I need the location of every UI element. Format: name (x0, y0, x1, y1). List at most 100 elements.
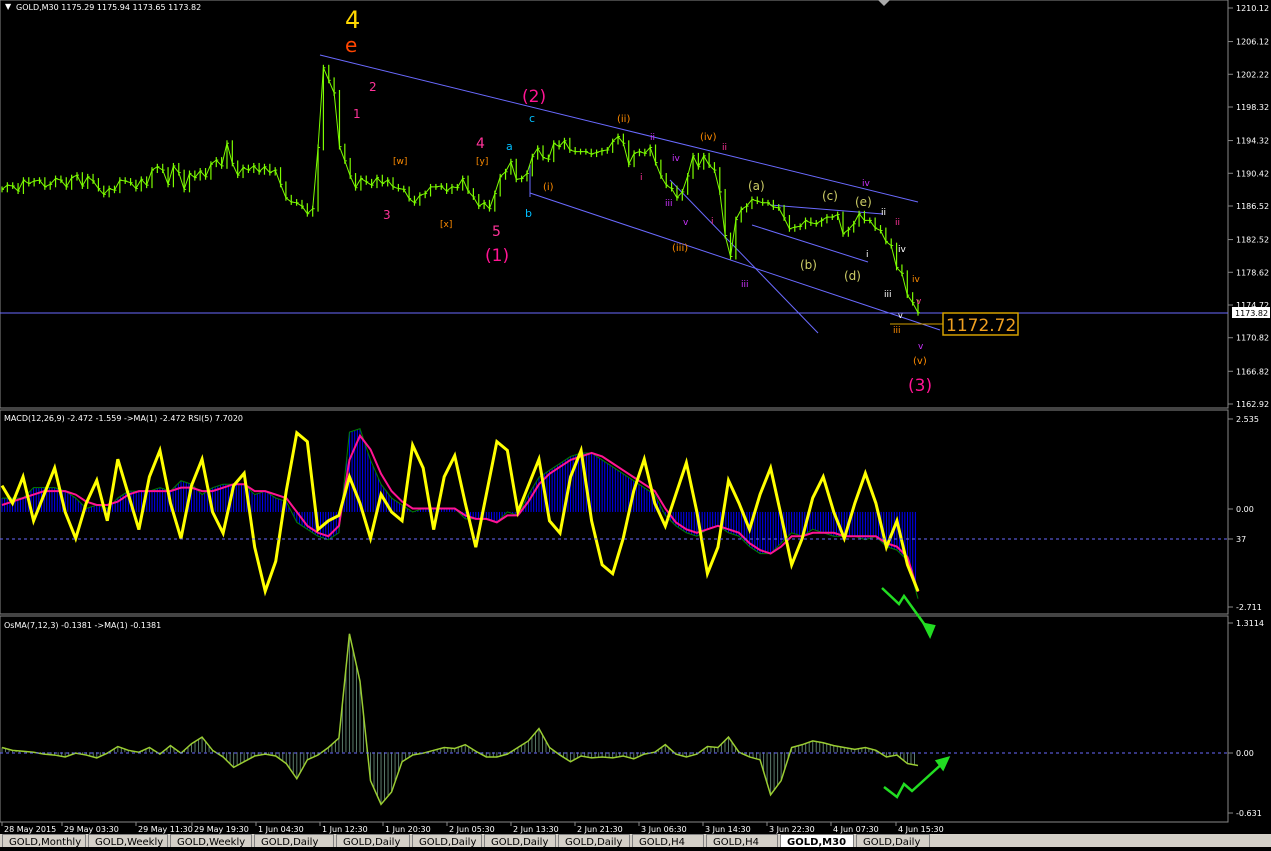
wave-c-paren: (c) (822, 189, 838, 203)
wave-4-small: 4 (476, 136, 485, 152)
chart-tab[interactable]: GOLD,Daily (254, 834, 334, 847)
time-tick-label: 1 Jun 12:30 (322, 825, 368, 834)
chart-tab[interactable]: GOLD,Weekly (170, 834, 252, 847)
roman-v-1: v (683, 218, 689, 228)
macd-y-tick-label: -2.711 (1236, 603, 1262, 612)
roman-iii-3: iii (884, 290, 892, 300)
chart-tab[interactable]: GOLD,M30 (780, 834, 854, 847)
roman-i-1: i (640, 173, 643, 183)
chart-window: ▼ GOLD,M30 1175.29 1175.94 1173.65 1173.… (0, 0, 1271, 847)
roman-ii-4: ii (895, 218, 900, 228)
time-tick-label: 3 Jun 14:30 (705, 825, 751, 834)
chart-tab[interactable]: GOLD,Daily (558, 834, 630, 847)
time-tick-label: 4 Jun 15:30 (898, 825, 944, 834)
wave-d-paren: (d) (844, 269, 861, 283)
chart-tab[interactable]: GOLD,H4 (632, 834, 704, 847)
symbol-header-icon: ▼ (5, 2, 12, 11)
symbol-header: GOLD,M30 1175.29 1175.94 1173.65 1173.82 (16, 3, 201, 12)
chart-tab[interactable]: GOLD,Daily (856, 834, 930, 847)
time-tick-label: 2 Jun 13:30 (513, 825, 559, 834)
price-y-tick-label: 1210.12 (1236, 4, 1269, 13)
osma-y-tick-label: -0.631 (1236, 809, 1262, 818)
roman-v-2: v (898, 311, 903, 320)
time-tick-label: 1 Jun 04:30 (258, 825, 304, 834)
time-tick-label: 2 Jun 21:30 (577, 825, 623, 834)
wave-i-paren: (i) (543, 182, 554, 193)
price-y-tick-label: 1194.32 (1236, 137, 1269, 146)
roman-ii-2: ii (722, 143, 727, 153)
wave-y: [y] (476, 157, 488, 167)
roman-ii-1: ii (650, 133, 655, 143)
bid-price-text: 1172.72 (946, 316, 1016, 336)
roman-iv-3: iv (898, 245, 907, 255)
price-y-tick-label: 1206.12 (1236, 38, 1269, 47)
time-tick-label: 3 Jun 22:30 (769, 825, 815, 834)
wave-iv-paren: (iv) (700, 132, 717, 143)
chart-tab[interactable]: GOLD,Daily (484, 834, 556, 847)
wave-x: [x] (440, 220, 452, 230)
wave-3-paren: (3) (908, 376, 932, 396)
wave-w: [w] (393, 157, 407, 167)
time-tick-label: 29 May 03:30 (64, 825, 119, 834)
roman-i-3: i (866, 250, 869, 260)
macd-panel (0, 409, 1229, 615)
wave-b-paren: (b) (800, 258, 817, 272)
current-price-tag: 1173.82 (1235, 309, 1268, 318)
chart-tab[interactable]: GOLD,Daily (412, 834, 482, 847)
time-tick-label: 3 Jun 06:30 (641, 825, 687, 834)
roman-iv-4: iv (912, 275, 921, 285)
wave-3-small: 3 (383, 208, 391, 222)
osma-y-tick-label: 1.3114 (1236, 619, 1264, 628)
roman-iv-1: iv (672, 154, 681, 164)
macd-y-tick-label: 2.535 (1236, 415, 1259, 424)
wave-iii-paren: (iii) (672, 243, 688, 254)
wave-5-small: 5 (492, 224, 501, 240)
price-y-tick-label: 1198.32 (1236, 103, 1269, 112)
osma-panel (0, 615, 1229, 823)
wave-v-paren: (v) (913, 356, 927, 367)
chart-canvas[interactable]: ▼ GOLD,M30 1175.29 1175.94 1173.65 1173.… (0, 0, 1271, 847)
chart-tab[interactable]: GOLD,H4 (706, 834, 778, 847)
macd-y-tick-label: 0.00 (1236, 505, 1254, 514)
time-tick-label: 2 Jun 05:30 (449, 825, 495, 834)
time-axis: 28 May 2015 29 May 03:30 29 May 11:30 29 Ma… (1, 822, 944, 834)
roman-iii-4: iii (893, 326, 901, 336)
time-tick-label: 29 May 19:30 (194, 825, 249, 834)
roman-v-4: v (918, 342, 924, 352)
price-y-tick-label: 1166.82 (1236, 367, 1269, 376)
price-y-axis: 1210.12 1206.12 1202.22 1198.32 1194.32 1190.… (1228, 4, 1269, 409)
wave-4-label: 4 (345, 6, 360, 34)
chart-tab[interactable]: GOLD,Daily (336, 834, 410, 847)
chart-tab[interactable]: GOLD,Monthly (2, 834, 86, 847)
osma-y-tick-label: 0.00 (1236, 749, 1254, 758)
wave-ii-paren: (ii) (617, 114, 630, 125)
roman-iv-2: iv (862, 179, 871, 189)
roman-v-3: v (916, 297, 922, 307)
osma-header: OsMA(7,12,3) -0.1381 ->MA(1) -0.1381 (4, 621, 161, 630)
wave-a-paren: (a) (748, 179, 765, 193)
time-tick-label: 1 Jun 20:30 (385, 825, 431, 834)
wave-2-paren: (2) (522, 87, 546, 107)
wave-1-small: 1 (353, 107, 361, 121)
price-y-tick-label: 1186.52 (1236, 202, 1269, 211)
wave-2-small: 2 (369, 80, 377, 94)
price-y-tick-label: 1178.62 (1236, 268, 1269, 277)
time-tick-label: 4 Jun 07:30 (833, 825, 879, 834)
roman-iii-2: iii (741, 280, 749, 290)
wave-a: a (506, 140, 513, 153)
price-y-tick-label: 1202.22 (1236, 70, 1269, 79)
macd-y-tick-label: 37 (1236, 535, 1246, 544)
chart-tab-bar: GOLD,Monthly GOLD,Weekly GOLD,Weekly GOLD,D… (0, 834, 1271, 847)
price-y-tick-label: 1190.42 (1236, 169, 1269, 178)
osma-y-axis: 1.3114 0.00 -0.631 (1228, 619, 1264, 818)
price-y-tick-label: 1182.52 (1236, 236, 1269, 245)
price-y-tick-label: 1162.92 (1236, 400, 1269, 409)
wave-b: b (525, 207, 532, 220)
macd-header: MACD(12,26,9) -2.472 -1.559 ->MA(1) -2.4… (4, 414, 243, 423)
roman-iii-1: iii (665, 199, 673, 209)
wave-e-paren: (e) (855, 195, 872, 209)
macd-y-axis: 2.535 0.00 37 -2.711 (1228, 415, 1262, 612)
wave-c: c (529, 112, 535, 125)
chart-tab[interactable]: GOLD,Weekly (88, 834, 168, 847)
price-panel (0, 0, 1229, 409)
